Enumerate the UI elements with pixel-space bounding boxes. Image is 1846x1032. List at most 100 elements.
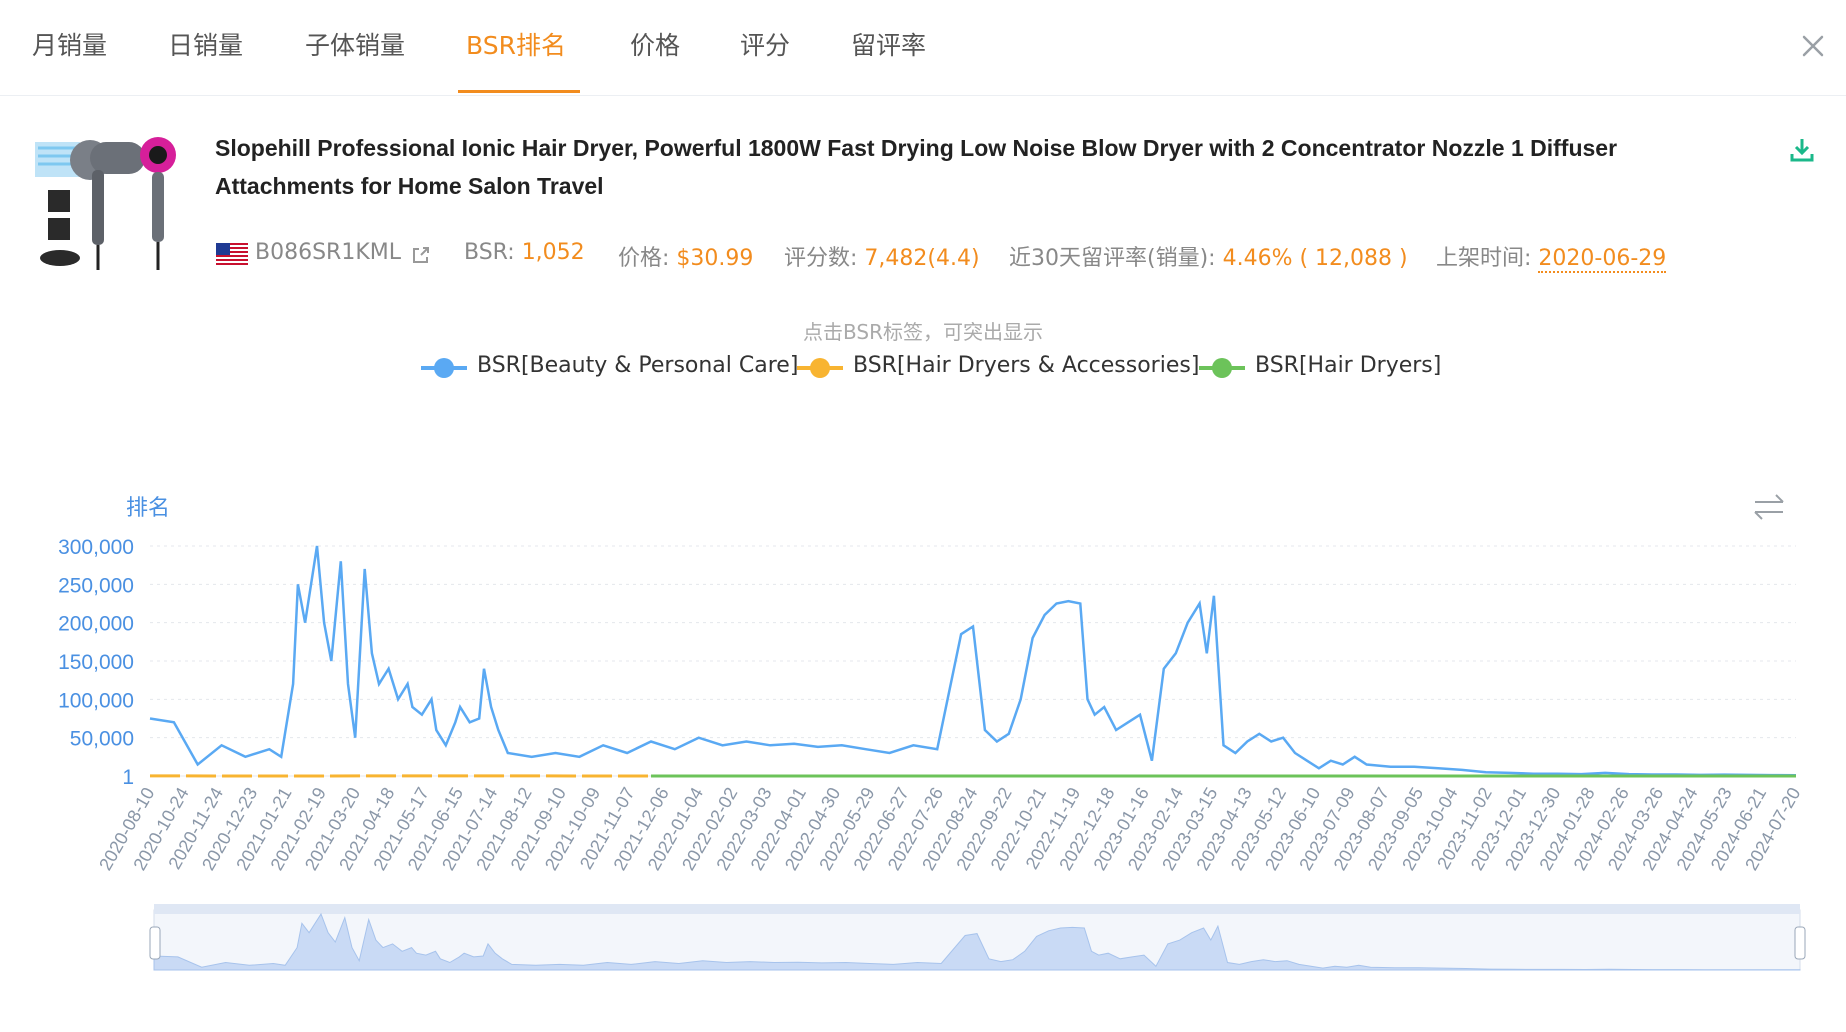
y-tick-label: 300,000 bbox=[58, 536, 134, 559]
x-tick-label: 2021-05-17 bbox=[369, 784, 432, 874]
x-tick-label: 2024-03-26 bbox=[1604, 784, 1667, 874]
x-tick-label: 2023-02-14 bbox=[1124, 784, 1187, 874]
listed-date-info: 上架时间: 2020-06-29 bbox=[1436, 240, 1667, 273]
bsr-label: BSR: bbox=[464, 240, 522, 265]
tab-rating[interactable]: 评分 bbox=[740, 26, 790, 62]
x-tick-label: 2023-04-13 bbox=[1192, 784, 1255, 874]
x-tick-label: 2022-04-30 bbox=[781, 784, 844, 874]
x-tick-label: 2022-01-04 bbox=[644, 784, 707, 874]
download-icon[interactable] bbox=[1788, 136, 1816, 164]
zoom-slider-bar[interactable] bbox=[154, 904, 1800, 914]
x-tick-label: 2023-08-07 bbox=[1330, 784, 1393, 874]
asin-text: B086SR1KML bbox=[255, 240, 401, 265]
x-tick-label: 2024-05-23 bbox=[1673, 784, 1736, 874]
external-link-icon[interactable] bbox=[411, 245, 431, 265]
zoom-handle-right[interactable] bbox=[1794, 926, 1806, 960]
price-value: $30.99 bbox=[676, 246, 754, 271]
tab-price[interactable]: 价格 bbox=[630, 26, 680, 62]
x-tick-label: 2022-04-01 bbox=[747, 784, 810, 874]
x-tick-label: 2023-03-15 bbox=[1158, 784, 1221, 874]
x-tick-label: 2024-07-20 bbox=[1741, 784, 1804, 874]
x-tick-label: 2023-09-05 bbox=[1364, 784, 1427, 874]
x-tick-label: 2023-12-01 bbox=[1467, 784, 1530, 874]
x-tick-label: 2021-02-19 bbox=[267, 784, 330, 874]
review-rate-info: 近30天留评率(销量): 4.46% ( 12,088 ) bbox=[1009, 240, 1408, 272]
price-info: 价格: $30.99 bbox=[618, 240, 753, 272]
listed-label: 上架时间: bbox=[1436, 246, 1539, 271]
x-tick-label: 2021-11-07 bbox=[576, 784, 639, 873]
x-tick-label: 2021-06-15 bbox=[404, 784, 467, 874]
x-tick-label: 2021-01-21 bbox=[232, 784, 295, 874]
listed-date-value[interactable]: 2020-06-29 bbox=[1538, 246, 1667, 273]
active-tab-indicator bbox=[458, 90, 580, 93]
x-tick-label: 2023-10-04 bbox=[1398, 784, 1461, 874]
x-tick-label: 2024-06-21 bbox=[1707, 784, 1770, 874]
swap-icon[interactable] bbox=[1752, 492, 1786, 522]
product-title: Slopehill Professional Ionic Hair Dryer,… bbox=[215, 135, 1618, 199]
x-tick-label: 2023-05-12 bbox=[1227, 784, 1290, 874]
ratings-value: 7,482(4.4) bbox=[864, 246, 980, 271]
close-icon[interactable] bbox=[1795, 28, 1831, 64]
x-tick-label: 2023-11-02 bbox=[1433, 784, 1496, 873]
x-tick-label: 2022-06-27 bbox=[850, 784, 913, 874]
chart-hint: 点击BSR标签，可突出显示 bbox=[803, 320, 1043, 344]
legend-label: BSR[Hair Dryers] bbox=[1255, 353, 1442, 378]
x-tick-label: 2022-09-22 bbox=[952, 784, 1015, 874]
x-tick-label: 2022-11-19 bbox=[1022, 784, 1085, 873]
x-tick-label: 2021-03-20 bbox=[301, 784, 364, 874]
x-tick-label: 2023-12-30 bbox=[1501, 784, 1564, 874]
y-axis-label: 排名 bbox=[126, 495, 170, 520]
bsr-value: 1,052 bbox=[521, 240, 585, 265]
x-tick-label: 2022-02-02 bbox=[678, 784, 741, 874]
ratings-label: 评分数: bbox=[784, 246, 865, 271]
x-tick-label: 2023-07-09 bbox=[1295, 784, 1358, 874]
legend-swatch-dot bbox=[810, 358, 830, 378]
zoom-preview-area bbox=[153, 912, 1801, 971]
y-tick-label: 150,000 bbox=[58, 651, 134, 674]
x-tick-label: 2021-04-18 bbox=[335, 784, 398, 874]
product-image bbox=[35, 137, 176, 270]
y-tick-label: 100,000 bbox=[58, 689, 134, 712]
x-tick-label: 2020-11-24 bbox=[164, 784, 227, 873]
ratings-info: 评分数: 7,482(4.4) bbox=[784, 240, 980, 272]
x-tick-label: 2021-10-09 bbox=[541, 784, 604, 874]
x-tick-label: 2022-08-24 bbox=[918, 784, 981, 874]
tab-bsr-rank[interactable]: BSR排名 bbox=[466, 26, 566, 62]
tab-review-rate[interactable]: 留评率 bbox=[851, 26, 926, 62]
x-tick-label: 2021-09-10 bbox=[507, 784, 570, 874]
x-tick-label: 2021-07-14 bbox=[438, 784, 501, 874]
tab-bar: 月销量 日销量 子体销量 BSR排名 价格 评分 留评率 bbox=[0, 0, 1846, 96]
x-tick-label: 2022-05-29 bbox=[815, 784, 878, 874]
review-rate-label: 近30天留评率(销量): bbox=[1009, 246, 1223, 271]
x-tick-label: 2022-10-21 bbox=[987, 784, 1050, 874]
legend-swatch-dot bbox=[1212, 358, 1232, 378]
legend-label: BSR[Hair Dryers & Accessories] bbox=[853, 353, 1200, 378]
x-tick-label: 2023-01-16 bbox=[1090, 784, 1153, 874]
tab-daily-sales[interactable]: 日销量 bbox=[168, 26, 243, 62]
x-tick-label: 2023-06-10 bbox=[1261, 784, 1324, 874]
x-tick-label: 2020-10-24 bbox=[129, 784, 192, 874]
tab-monthly-sales[interactable]: 月销量 bbox=[32, 26, 107, 62]
legend-swatch-dot bbox=[434, 358, 454, 378]
x-tick-label: 2021-08-12 bbox=[472, 784, 535, 874]
legend-label: BSR[Beauty & Personal Care] bbox=[477, 353, 799, 378]
y-tick-label: 200,000 bbox=[58, 613, 134, 636]
x-tick-label: 2022-12-18 bbox=[1055, 784, 1118, 874]
x-tick-label: 2024-01-28 bbox=[1535, 784, 1598, 874]
y-tick-label: 1 bbox=[122, 766, 134, 789]
y-tick-label: 250,000 bbox=[58, 574, 134, 597]
review-rate-value: 4.46% ( 12,088 ) bbox=[1222, 246, 1408, 271]
price-label: 价格: bbox=[618, 246, 677, 271]
bsr-info: BSR: 1,052 bbox=[464, 240, 585, 265]
series-line bbox=[149, 545, 1797, 777]
zoom-handle-left[interactable] bbox=[149, 926, 161, 960]
y-tick-label: 50,000 bbox=[70, 728, 134, 751]
x-tick-label: 2022-03-03 bbox=[712, 784, 775, 874]
x-tick-label: 2022-07-26 bbox=[884, 784, 947, 874]
zoom-slider-track[interactable] bbox=[153, 909, 1801, 971]
x-tick-label: 2020-12-23 bbox=[198, 784, 261, 874]
x-tick-label: 2024-04-24 bbox=[1638, 784, 1701, 874]
x-tick-label: 2020-08-10 bbox=[95, 784, 158, 874]
tab-variant-sales[interactable]: 子体销量 bbox=[305, 26, 405, 62]
x-tick-label: 2021-12-06 bbox=[609, 784, 672, 874]
